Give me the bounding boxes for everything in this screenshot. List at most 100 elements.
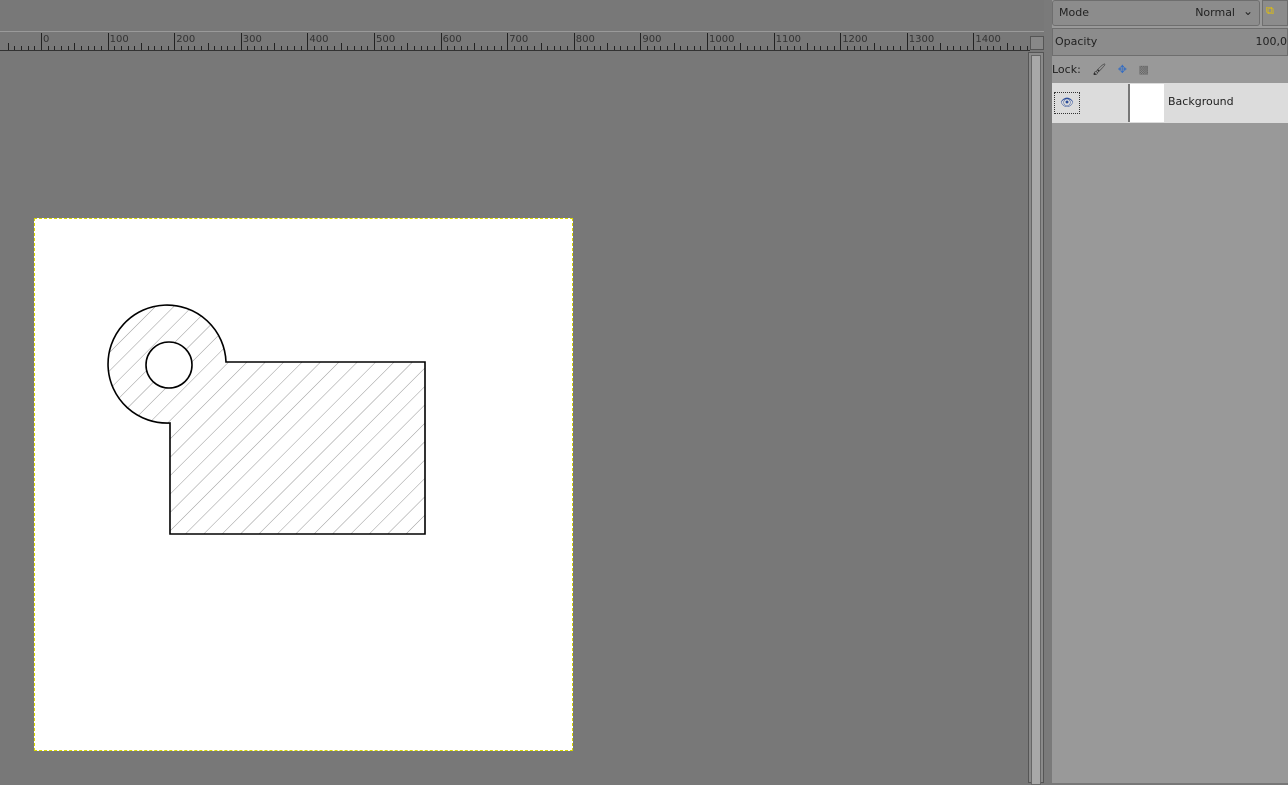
ruler-tick <box>447 46 449 50</box>
ruler-tick <box>853 46 855 50</box>
ruler-tick <box>80 46 82 50</box>
ruler-tick <box>866 46 868 50</box>
ruler-tick <box>613 46 615 50</box>
ruler-tick <box>94 46 96 50</box>
ruler-tick <box>14 46 16 50</box>
layer-item[interactable]: 👁 Background <box>1052 83 1288 123</box>
scrollbar-thumb[interactable] <box>1031 55 1041 785</box>
ruler-tick <box>47 46 49 50</box>
ruler-tick <box>194 46 196 50</box>
ruler-tick <box>180 46 182 50</box>
ruler-tick <box>387 46 389 50</box>
hole <box>145 341 193 389</box>
ruler-tick <box>247 46 249 50</box>
ruler-tick <box>707 33 708 50</box>
ruler-tick <box>580 46 582 50</box>
lock-alpha-icon[interactable]: ▩ <box>1138 63 1148 76</box>
ruler-tick <box>134 46 136 50</box>
ruler-tick <box>620 46 622 50</box>
ruler-tick <box>720 46 722 50</box>
mode-select[interactable]: Mode Normal ⌄ <box>1052 0 1260 26</box>
ruler-tick <box>234 46 236 50</box>
ruler-tick <box>980 46 982 50</box>
ruler-tick <box>487 46 489 50</box>
ruler-tick <box>380 46 382 50</box>
ruler-tick <box>640 33 642 50</box>
ruler-tick <box>300 46 302 50</box>
ruler-tick <box>547 46 549 50</box>
ruler-label: 100 <box>109 34 129 45</box>
ruler-tick <box>260 46 262 50</box>
ruler-tick <box>553 46 555 50</box>
chevron-down-icon: ⌄ <box>1242 4 1253 18</box>
opacity-label: Opacity <box>1055 35 1098 48</box>
ruler-tick <box>786 46 788 50</box>
ruler-tick <box>913 46 915 50</box>
composite-mode-icon[interactable]: ⧉ <box>1262 0 1288 26</box>
ruler-tick <box>400 46 402 50</box>
ruler-tick <box>700 46 702 50</box>
layer-thumbnail <box>1128 84 1164 122</box>
navigate-button[interactable] <box>1030 36 1044 50</box>
lock-position-icon[interactable]: ✥ <box>1118 63 1127 76</box>
ruler-tick <box>21 46 23 50</box>
ruler-tick <box>100 46 102 50</box>
ruler-tick <box>320 46 322 50</box>
horizontal-ruler[interactable]: 0 100 200 300 400 500 600 700 800 900 1000 1100 1200… <box>0 33 1030 51</box>
ruler-label: 1300 <box>908 34 935 45</box>
ruler-tick <box>533 46 535 50</box>
drawing <box>107 304 426 535</box>
lock-pixels-icon[interactable]: 🖌 <box>1092 63 1106 76</box>
ruler-tick <box>873 43 875 50</box>
ruler-label: 1000 <box>709 34 735 45</box>
ruler-tick <box>766 46 768 50</box>
ruler-tick <box>227 46 229 50</box>
ruler-tick <box>607 43 609 50</box>
ruler-tick <box>127 46 129 50</box>
panel-divider[interactable] <box>1044 0 1052 783</box>
ruler-tick <box>367 46 369 50</box>
ruler-tick <box>480 46 482 50</box>
ruler-tick <box>573 33 575 50</box>
ruler-tick <box>473 43 475 50</box>
ruler-tick <box>280 46 282 50</box>
ruler-tick <box>27 46 29 50</box>
ruler-tick <box>680 46 682 50</box>
ruler-tick <box>74 43 76 50</box>
hatched-shape <box>107 304 426 535</box>
ruler-tick <box>354 46 356 50</box>
ruler-tick <box>467 46 469 50</box>
ruler-tick <box>880 46 882 50</box>
ruler-tick <box>900 46 902 50</box>
ruler-tick <box>220 46 222 50</box>
ruler-tick <box>314 46 316 50</box>
ruler-tick <box>780 46 782 50</box>
ruler-tick <box>740 43 742 50</box>
ruler-tick <box>520 46 522 50</box>
ruler-label: 700 <box>509 34 529 45</box>
ruler-label: 1400 <box>975 34 1001 45</box>
ruler-tick <box>926 46 928 50</box>
image-canvas[interactable] <box>34 218 573 751</box>
ruler-tick <box>687 46 689 50</box>
ruler-tick <box>120 46 122 50</box>
eye-icon[interactable]: 👁 <box>1054 92 1080 114</box>
ruler-tick <box>793 46 795 50</box>
ruler-tick <box>600 46 602 50</box>
ruler-label: 1100 <box>775 34 802 45</box>
ruler-tick <box>1013 46 1015 50</box>
ruler-tick <box>973 33 975 50</box>
ruler-tick <box>60 46 62 50</box>
opacity-slider[interactable]: Opacity 100,0 <box>1052 28 1288 56</box>
ruler-tick <box>513 46 515 50</box>
ruler-tick <box>187 46 189 50</box>
ruler-tick <box>507 33 509 50</box>
ruler-tick <box>733 46 735 50</box>
ruler-tick <box>746 46 748 50</box>
ruler-tick <box>753 46 755 50</box>
mode-value: Normal <box>1195 6 1235 19</box>
ruler-tick <box>593 46 595 50</box>
ruler-tick <box>886 46 888 50</box>
vertical-scrollbar[interactable] <box>1028 52 1044 785</box>
ruler-label: 1200 <box>842 34 868 45</box>
